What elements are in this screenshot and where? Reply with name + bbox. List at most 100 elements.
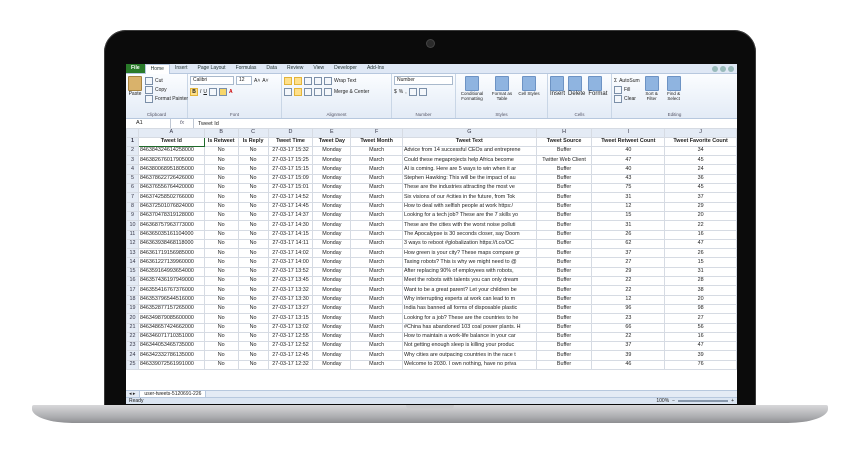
cell[interactable]: 846378622726426000 [137, 173, 205, 185]
cell[interactable]: Monday [312, 210, 352, 222]
cell[interactable]: Why interrupting experts at work can lea… [401, 294, 537, 305]
cell[interactable]: 37 [664, 192, 737, 203]
cell[interactable]: 20 [664, 210, 737, 222]
cell[interactable]: March [350, 285, 403, 296]
cell[interactable]: Tweet Id [137, 136, 205, 147]
tab-view[interactable]: View [308, 64, 329, 73]
cell[interactable]: 29 [591, 266, 666, 278]
cell[interactable]: 27-03-17 14:02 [267, 248, 314, 259]
cell[interactable]: After replacing 90% of employees with ro… [401, 266, 537, 278]
cell[interactable]: March [350, 350, 403, 361]
cell[interactable]: No [237, 285, 269, 296]
cell[interactable]: No [203, 266, 239, 278]
cell[interactable]: 20 [664, 294, 737, 305]
autosum-button[interactable]: Σ AutoSum [614, 76, 640, 85]
cell[interactable]: 27-03-17 13:02 [267, 322, 314, 333]
cell[interactable]: No [203, 322, 239, 333]
cell[interactable]: 26 [664, 248, 737, 259]
cell[interactable]: 15 [664, 257, 737, 268]
cell[interactable]: No [203, 294, 239, 305]
tab-add-ins[interactable]: Add-Ins [362, 64, 389, 73]
cell[interactable]: 34 [664, 145, 737, 157]
cell[interactable]: 39 [591, 350, 666, 361]
cell[interactable]: 22 [591, 276, 666, 287]
cell[interactable]: Buffer [535, 210, 593, 222]
tab-formulas[interactable]: Formulas [231, 64, 262, 73]
cell[interactable]: March [350, 248, 403, 259]
zoom-in-icon[interactable]: + [731, 398, 734, 404]
tab-data[interactable]: Data [261, 64, 282, 73]
cell[interactable]: Monday [312, 350, 352, 361]
cell[interactable]: 23 [591, 313, 666, 324]
cell[interactable]: March [350, 276, 403, 287]
cell[interactable]: 22 [591, 331, 666, 343]
cell[interactable]: No [203, 210, 239, 222]
cell[interactable]: 29 [664, 201, 737, 212]
cell[interactable]: Tweet Source [535, 136, 593, 147]
cell[interactable]: 96 [591, 303, 666, 315]
cell[interactable]: No [203, 183, 239, 194]
cell[interactable]: No [203, 276, 239, 287]
cell[interactable]: 26 [591, 229, 666, 240]
cell[interactable]: Monday [312, 220, 352, 231]
row-header[interactable]: 1 [126, 136, 139, 147]
cell[interactable]: Buffer [535, 266, 593, 278]
cell[interactable]: No [203, 248, 239, 259]
cell[interactable]: 27-03-17 13:15 [267, 313, 314, 324]
cell[interactable]: No [203, 313, 239, 324]
cell[interactable]: 66 [591, 322, 666, 333]
cell[interactable]: No [203, 145, 239, 157]
cell[interactable]: 27 [664, 313, 737, 324]
column-header-H[interactable]: H [535, 128, 593, 138]
cell[interactable]: No [203, 238, 239, 250]
cell[interactable]: These are the industries attracting the … [401, 183, 537, 194]
column-header-J[interactable]: J [664, 128, 737, 138]
cell[interactable]: No [237, 266, 269, 278]
cell[interactable]: 62 [591, 238, 666, 250]
cell[interactable]: No [237, 359, 269, 371]
cell[interactable]: 846376556764420000 [137, 183, 205, 194]
row-header[interactable]: 10 [126, 220, 139, 231]
cell[interactable]: 846361227139960000 [137, 257, 205, 268]
cell[interactable]: India has banned all forms of disposable… [401, 303, 537, 315]
cell[interactable]: Buffer [535, 303, 593, 315]
cell[interactable]: Monday [312, 192, 352, 203]
cell[interactable]: No [237, 322, 269, 333]
cell[interactable]: March [350, 145, 403, 157]
cell[interactable]: March [350, 229, 403, 240]
cell[interactable]: 38 [664, 285, 737, 296]
cell[interactable]: March [350, 359, 403, 371]
cell[interactable]: Monday [312, 173, 352, 185]
select-all-corner[interactable] [126, 128, 139, 138]
cell[interactable]: March [350, 201, 403, 212]
cell[interactable]: March [350, 331, 403, 343]
cell[interactable]: 47 [591, 155, 666, 166]
align-bottom-icon[interactable] [304, 76, 312, 85]
cell[interactable]: No [203, 359, 239, 371]
row-header[interactable]: 14 [126, 257, 139, 268]
shrink-font-icon[interactable]: A˅ [262, 78, 268, 84]
font-size-select[interactable]: 12 [236, 76, 252, 85]
cell[interactable]: 16 [664, 331, 737, 343]
cell[interactable]: Buffer [535, 183, 593, 194]
wrap-text-button[interactable]: Wrap Text [334, 78, 356, 84]
cell[interactable]: Monday [312, 359, 352, 371]
font-color-icon[interactable]: A [229, 89, 233, 95]
bold-button[interactable]: B [190, 87, 198, 96]
cell[interactable]: Buffer [535, 331, 593, 343]
cell[interactable]: 31 [591, 192, 666, 203]
cell[interactable]: Buffer [535, 285, 593, 296]
cell[interactable]: No [203, 173, 239, 185]
cell[interactable]: 43 [591, 173, 666, 185]
minimize-icon[interactable] [720, 65, 726, 72]
cell[interactable]: 27-03-17 14:52 [267, 192, 314, 203]
cell[interactable]: 27-03-17 15:01 [267, 183, 314, 194]
cell[interactable]: March [350, 303, 403, 315]
align-top-icon[interactable] [284, 76, 292, 85]
cell[interactable]: 846370478319128000 [137, 210, 205, 222]
cell[interactable]: 846348657424662000 [137, 322, 205, 333]
row-header[interactable]: 8 [126, 201, 139, 212]
cell[interactable]: The Apocalypse is 30 seconds closer, say… [401, 229, 537, 240]
cell[interactable]: Buffer [535, 164, 593, 175]
cell[interactable]: 76 [664, 359, 737, 371]
